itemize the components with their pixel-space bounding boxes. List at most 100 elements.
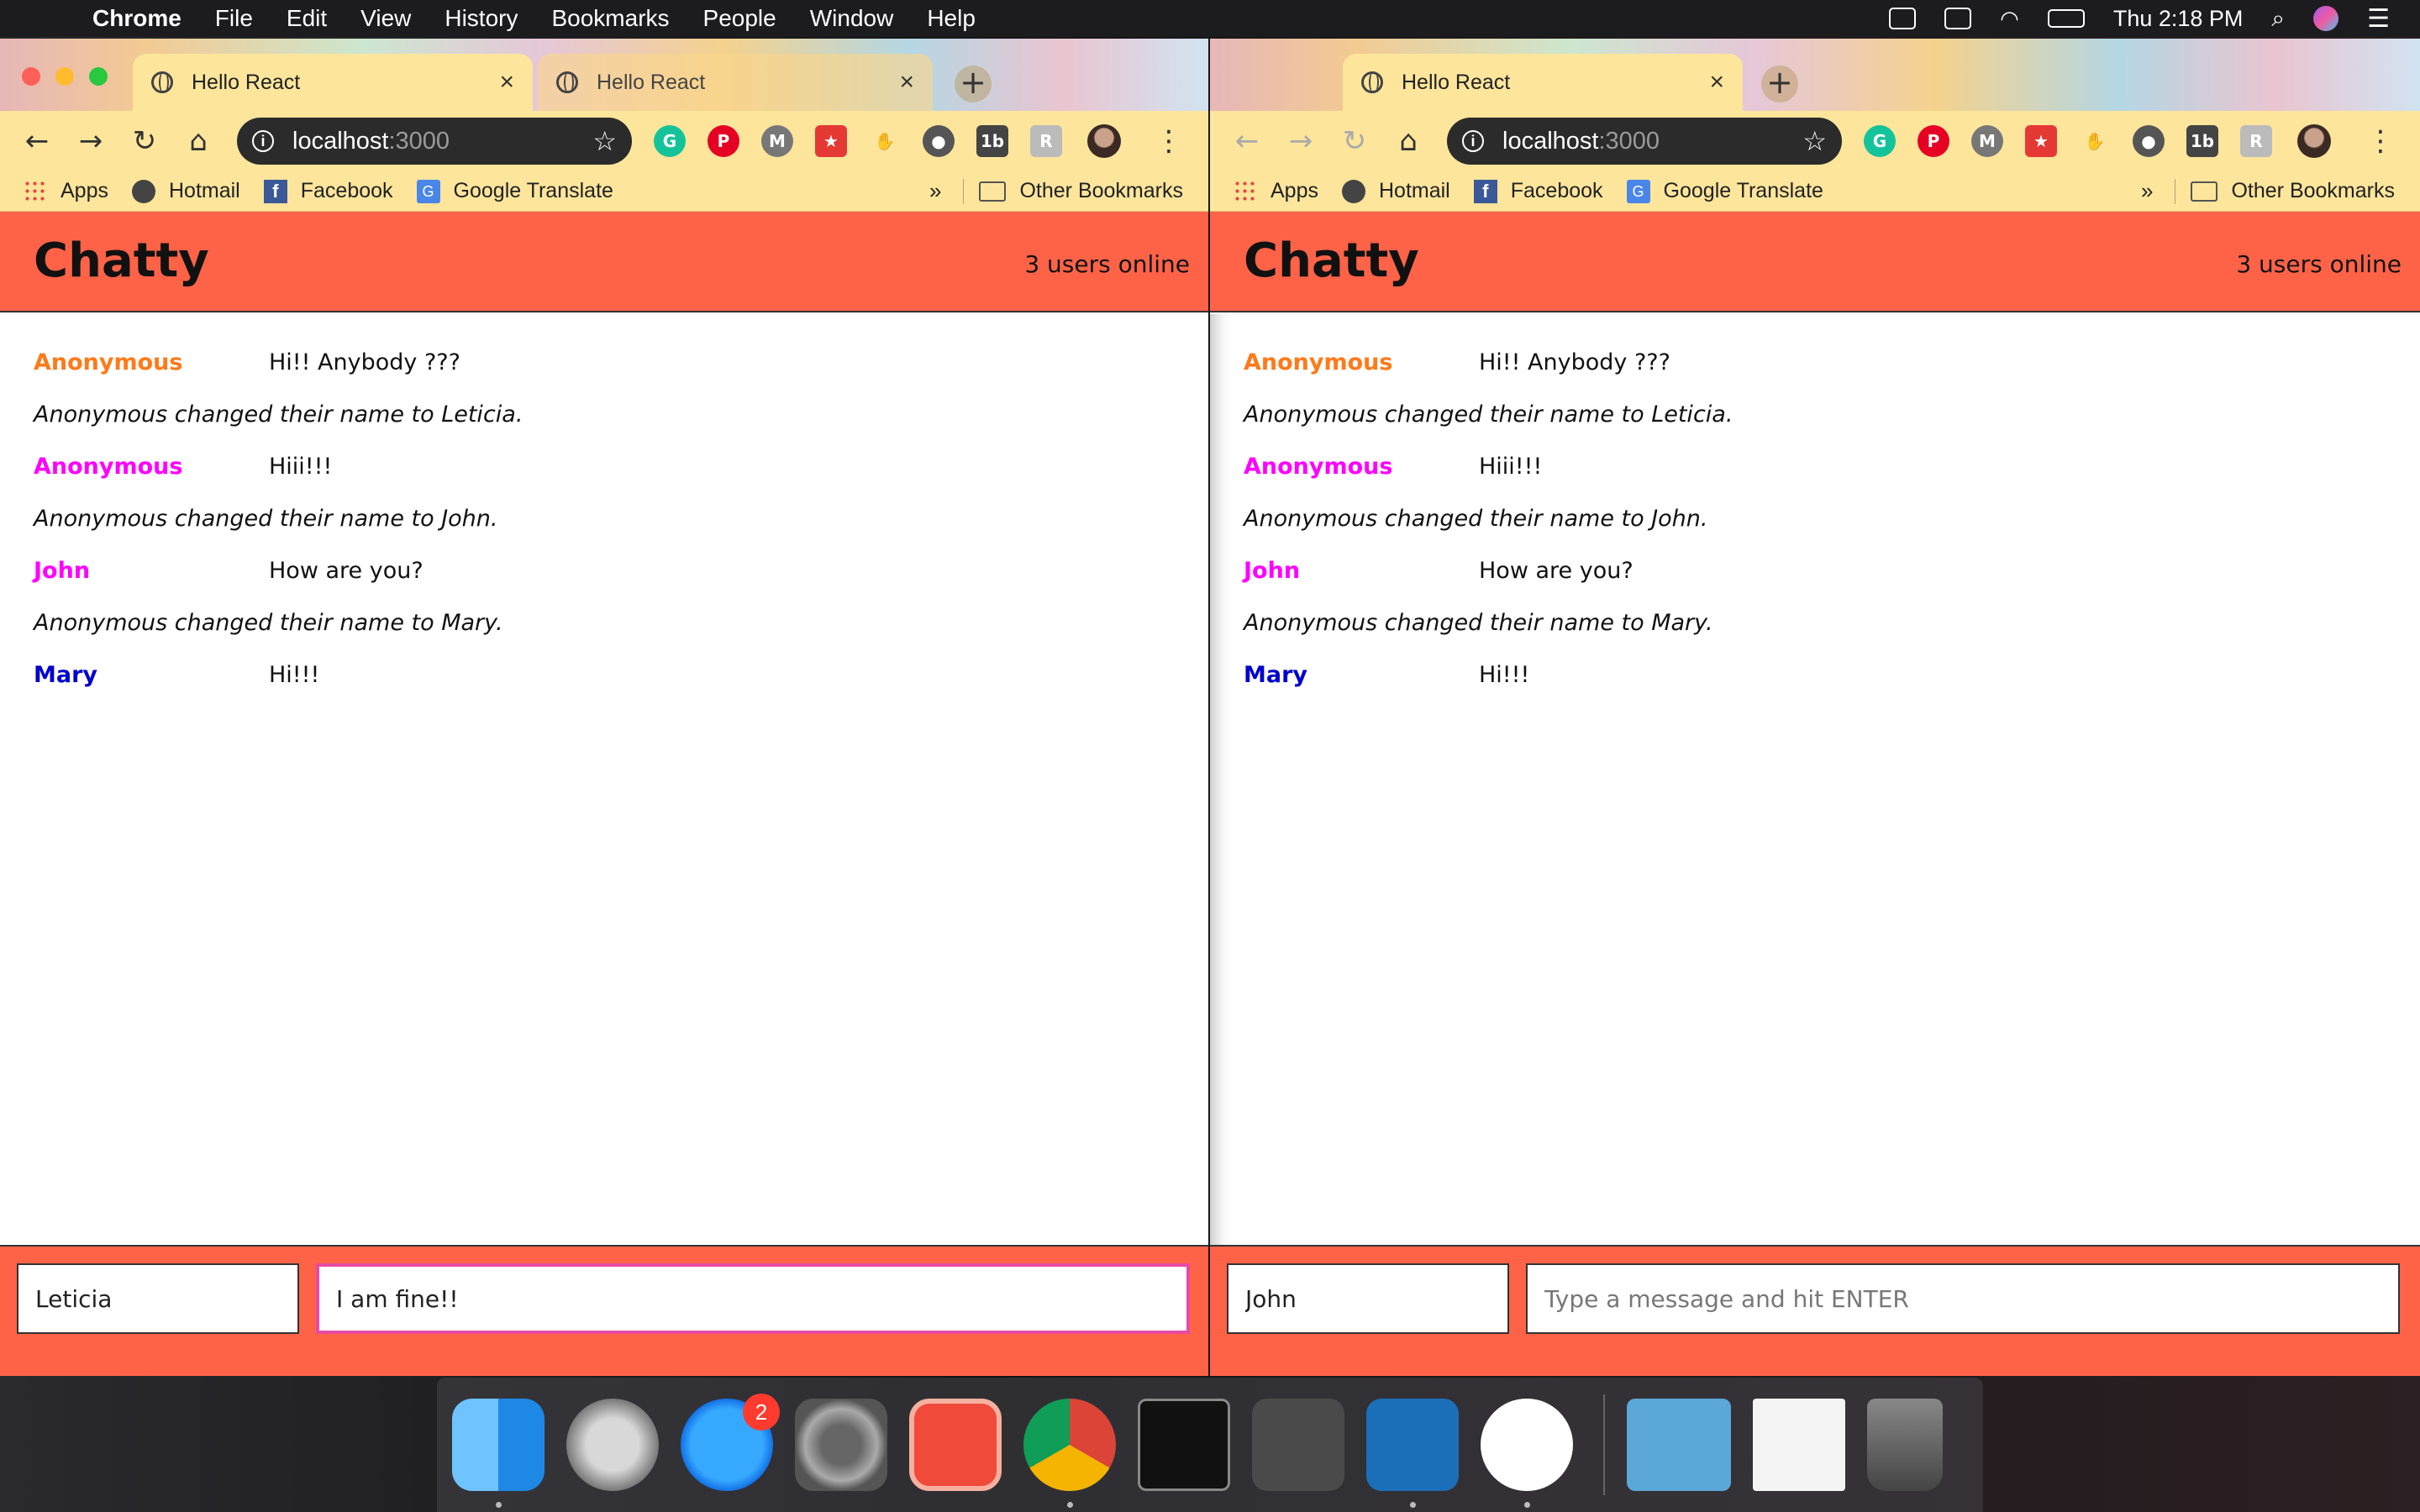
browser-window-left: Hello React × Hello React × + ← → ↻ ⌂ i … [0,39,1208,1376]
address-bar[interactable]: i localhost:3000 ☆ [1447,118,1842,165]
reload-icon[interactable]: ↻ [1328,124,1381,158]
message-row: Mary Hi!!! [0,648,1208,701]
message-username: Mary [1244,661,1308,688]
profile-avatar[interactable] [2297,124,2331,158]
home-icon[interactable]: ⌂ [171,124,225,158]
bookmarks-icon[interactable] [909,1399,1002,1491]
message-input[interactable] [1526,1263,2400,1334]
bookmark-google-translate[interactable]: G Google Translate [416,179,613,203]
pinterest-icon[interactable]: P [1918,125,1949,157]
username-input[interactable] [17,1263,299,1334]
menubar-clock[interactable]: Thu 2:18 PM [2113,6,2244,32]
more-bookmarks-chevron[interactable]: » [2141,178,2153,204]
reload-icon[interactable]: ↻ [118,124,171,158]
menu-app-name[interactable]: Chrome [92,5,182,32]
screenshot-icon[interactable] [1753,1399,1845,1491]
back-icon[interactable]: ← [10,124,64,158]
bookmark-hotmail[interactable]: Hotmail [1341,179,1450,203]
finder-icon[interactable] [452,1399,544,1508]
notification-center-icon[interactable]: ☰ [2367,4,2390,34]
slack-icon[interactable] [1481,1399,1573,1508]
vscode-icon[interactable] [1366,1399,1459,1508]
close-window-button[interactable] [22,67,40,86]
bookmark-google-translate[interactable]: G Google Translate [1626,179,1823,203]
wifi-icon[interactable]: ◠ [2000,6,2019,32]
menu-edit[interactable]: Edit [287,5,327,32]
address-bar[interactable]: i localhost:3000 ☆ [237,118,632,165]
close-tab-icon[interactable]: × [499,68,514,97]
battery-icon[interactable] [2047,9,2085,28]
extension-m-icon[interactable]: M [761,125,793,157]
terminal-icon[interactable] [1138,1399,1230,1491]
r-extension-icon[interactable]: R [1030,125,1062,157]
notification-badge: 2 [743,1394,780,1431]
trash-icon[interactable] [1867,1399,1943,1491]
username-input[interactable] [1227,1263,1509,1334]
minimize-window-button[interactable] [55,67,74,86]
menu-file[interactable]: File [215,5,253,32]
ib-extension-icon[interactable]: 1b [976,125,1008,157]
menu-help[interactable]: Help [927,5,976,32]
bookmark-facebook[interactable]: f Facebook [1473,179,1603,203]
bookmark-extension-icon[interactable]: ★ [2025,125,2057,157]
bookmark-apps[interactable]: Apps [1234,179,1318,203]
macos-dock: 2 [437,1378,1983,1512]
spotlight-icon[interactable]: ⌕ [2271,5,2285,33]
ib-extension-icon[interactable]: 1b [2186,125,2218,157]
chrome-menu-icon[interactable]: ⋮ [2366,124,2395,158]
bookmark-facebook[interactable]: f Facebook [263,179,393,203]
bookmark-status-icon[interactable] [1889,8,1917,29]
tab-hello-react-active[interactable]: Hello React × [133,54,533,111]
tab-hello-react-active[interactable]: Hello React × [1343,54,1743,111]
sublime-icon[interactable] [1252,1399,1344,1491]
bookmark-extension-icon[interactable]: ★ [815,125,847,157]
pinterest-icon[interactable]: P [708,125,739,157]
home-icon[interactable]: ⌂ [1381,124,1435,158]
hand-extension-icon[interactable]: ✋ [2079,125,2111,157]
close-tab-icon[interactable]: × [899,68,914,97]
zoom-window-button[interactable] [89,67,108,86]
other-bookmarks[interactable]: Other Bookmarks [979,179,1183,203]
menu-window[interactable]: Window [810,5,894,32]
new-tab-button[interactable]: + [1761,66,1798,102]
apps-grid-icon [1234,179,1257,203]
system-preferences-icon[interactable] [795,1399,887,1491]
menu-people[interactable]: People [703,5,776,32]
browser-toolbar: ← → ↻ ⌂ i localhost:3000 ☆ G P M ★ ✋ ● 1… [1210,111,2420,171]
siri-icon[interactable] [2313,6,2339,31]
launchpad-icon[interactable] [566,1399,659,1491]
more-bookmarks-chevron[interactable]: » [929,178,941,204]
other-bookmarks[interactable]: Other Bookmarks [2191,179,2395,203]
extension-m-icon[interactable]: M [1971,125,2003,157]
info-icon[interactable]: i [1462,130,1484,152]
chrome-menu-icon[interactable]: ⋮ [1155,124,1183,158]
profile-avatar[interactable] [1087,124,1121,158]
menu-view[interactable]: View [360,5,411,32]
downloads-icon[interactable] [1627,1399,1731,1491]
new-tab-button[interactable]: + [955,66,992,102]
bookmark-label: Google Translate [1663,179,1823,202]
chrome-icon[interactable] [1023,1399,1116,1508]
grammarly-icon[interactable]: G [654,125,686,157]
hand-extension-icon[interactable]: ✋ [869,125,901,157]
message-input[interactable] [316,1263,1190,1334]
forward-icon[interactable]: → [64,124,118,158]
grammarly-icon[interactable]: G [1864,125,1896,157]
forward-icon[interactable]: → [1274,124,1328,158]
bookmark-star-icon[interactable]: ☆ [1802,125,1827,157]
airplay-icon[interactable] [1944,8,1972,29]
bookmark-hotmail[interactable]: Hotmail [131,179,240,203]
bookmark-apps[interactable]: Apps [24,179,108,203]
bookmark-star-icon[interactable]: ☆ [592,125,617,157]
menu-history[interactable]: History [445,5,518,32]
circle-extension-icon[interactable]: ● [2133,125,2165,157]
info-icon[interactable]: i [252,130,274,152]
circle-extension-icon[interactable]: ● [923,125,955,157]
message-content: Hi!! Anybody ??? [269,349,460,375]
app-store-icon[interactable]: 2 [681,1394,780,1491]
r-extension-icon[interactable]: R [2240,125,2272,157]
back-icon[interactable]: ← [1220,124,1274,158]
menu-bookmarks[interactable]: Bookmarks [551,5,669,32]
tab-hello-react[interactable]: Hello React × [538,54,933,111]
close-tab-icon[interactable]: × [1709,68,1724,97]
